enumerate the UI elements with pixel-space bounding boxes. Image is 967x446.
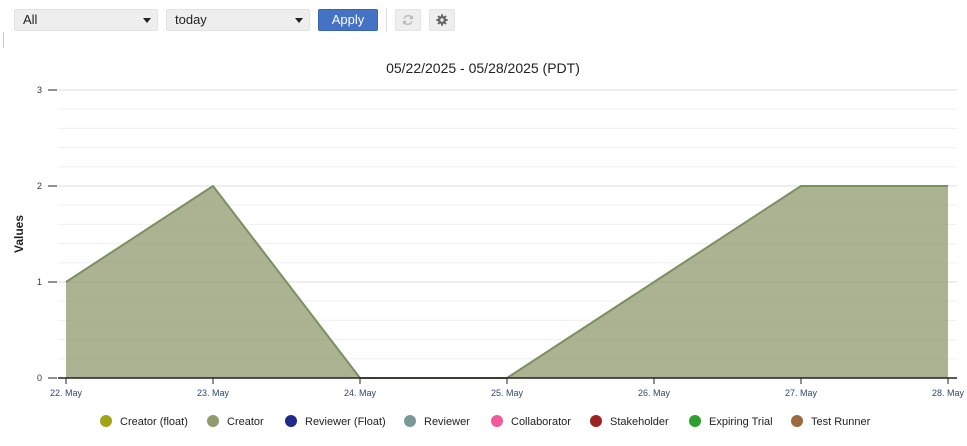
x-tick-label: 26. May (638, 388, 671, 398)
legend-marker-icon (689, 415, 701, 427)
y-tick-label: 0 (37, 373, 42, 383)
legend-label: Creator (float) (120, 416, 188, 428)
x-tick-label: 25. May (491, 388, 524, 398)
legend-label: Expiring Trial (709, 416, 773, 428)
legend-item[interactable]: Reviewer (404, 413, 470, 431)
legend-label: Reviewer (424, 416, 470, 428)
x-tick-label: 23. May (197, 388, 230, 398)
x-tick-label: 24. May (344, 388, 377, 398)
area-chart: 05/22/2025 - 05/28/2025 (PDT) Values 0 1 2… (12, 60, 965, 398)
legend-marker-icon (590, 415, 602, 427)
legend-label: Collaborator (511, 416, 571, 428)
chart-legend: Creator (float) Creator Reviewer (Float) Re… (0, 413, 967, 433)
x-tick-label: 27. May (785, 388, 818, 398)
legend-item[interactable]: Collaborator (491, 413, 571, 431)
legend-item[interactable]: Reviewer (Float) (285, 413, 386, 431)
legend-label: Creator (227, 416, 264, 428)
legend-marker-icon (491, 415, 503, 427)
legend-label: Test Runner (811, 416, 871, 428)
y-tick-label: 1 (37, 277, 42, 287)
legend-marker-icon (207, 415, 219, 427)
x-tick-label: 28. May (932, 388, 965, 398)
y-axis-title: Values (12, 215, 26, 253)
legend-item[interactable]: Creator (207, 413, 264, 431)
y-tick-label: 2 (37, 181, 42, 191)
legend-label: Reviewer (Float) (305, 416, 386, 428)
legend-item[interactable]: Expiring Trial (689, 413, 773, 431)
legend-item[interactable]: Creator (float) (100, 413, 188, 431)
chart-title: 05/22/2025 - 05/28/2025 (PDT) (386, 60, 580, 76)
y-tick-label: 3 (37, 85, 42, 95)
legend-marker-icon (285, 415, 297, 427)
legend-marker-icon (791, 415, 803, 427)
legend-marker-icon (100, 415, 112, 427)
legend-item[interactable]: Test Runner (791, 413, 870, 431)
legend-marker-icon (404, 415, 416, 427)
x-tick-label: 22. May (50, 388, 83, 398)
legend-label: Stakeholder (610, 416, 669, 428)
legend-item[interactable]: Stakeholder (590, 413, 669, 431)
